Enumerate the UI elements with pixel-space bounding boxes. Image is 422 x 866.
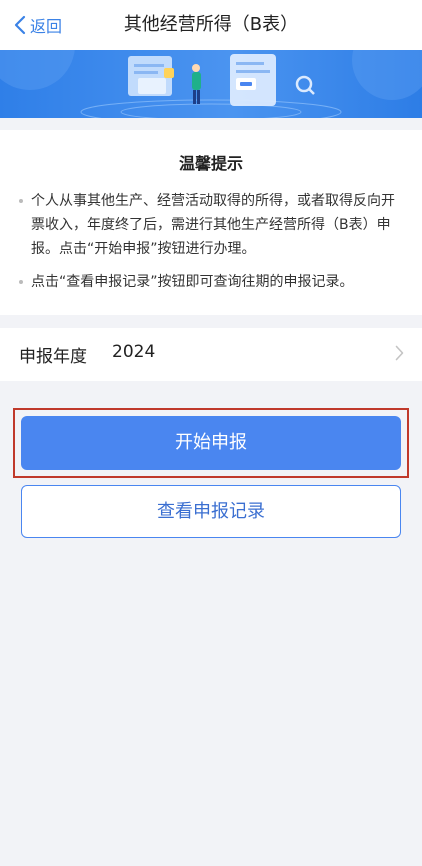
tips-title: 温馨提示	[178, 154, 243, 173]
nav-bar: 返回 其他经营所得（B表）	[0, 0, 422, 50]
year-value: 2024	[112, 342, 156, 362]
banner-illustration	[0, 50, 422, 118]
chevron-right-icon	[395, 345, 404, 361]
tip-item: 点击“查看申报记录”按钮即可查询往期的申报记录。	[19, 270, 401, 294]
banner-image	[0, 50, 422, 118]
view-records-button[interactable]: 查看申报记录	[21, 485, 401, 538]
tip-item: 个人从事其他生产、经营活动取得的所得，或者取得反向开票收入，年度终了后，需进行其…	[19, 189, 401, 261]
tips-card: 温馨提示 个人从事其他生产、经营活动取得的所得，或者取得反向开票收入，年度终了后…	[0, 130, 422, 315]
year-label: 申报年度	[19, 347, 87, 367]
start-filing-button[interactable]: 开始申报	[21, 416, 401, 470]
tax-year-selector[interactable]: 申报年度 2024	[0, 328, 422, 381]
page-title: 其他经营所得（B表）	[123, 14, 299, 35]
